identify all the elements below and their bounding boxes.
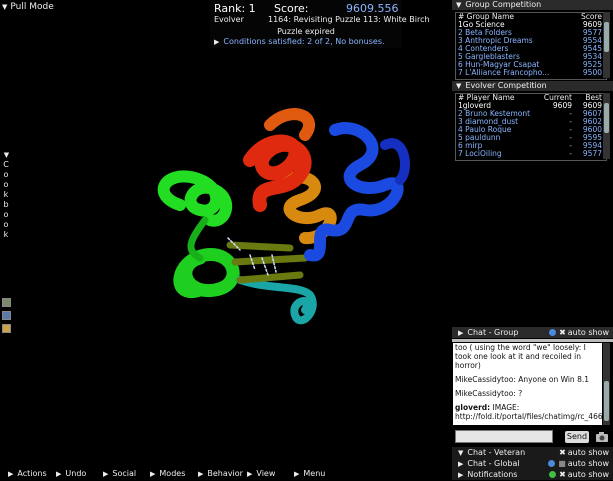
score-value: 9609.556 [346, 2, 399, 15]
chat-divider[interactable] [452, 339, 613, 342]
close-icon[interactable]: ✖ [559, 470, 566, 479]
protein-helix-green [173, 248, 240, 299]
cookbook-tab[interactable]: ▼ Cookbook [2, 150, 11, 240]
note-icon[interactable] [2, 324, 11, 333]
rank-label: Rank: 1 [214, 2, 256, 15]
close-icon[interactable]: ✖ [559, 448, 566, 457]
triangle-right-icon: ▶ [8, 470, 14, 478]
close-icon[interactable]: ✖ [559, 328, 566, 337]
table-row[interactable]: 7 LociOiling - 9577 [456, 150, 606, 158]
close-icon[interactable]: ■ [558, 459, 566, 468]
scroll-thumb[interactable] [604, 22, 609, 52]
group-scrollbar[interactable] [603, 12, 610, 78]
notifications-header[interactable]: ▶ Notifications ✖ auto show [452, 469, 613, 480]
scroll-thumb[interactable] [604, 381, 609, 421]
chat-group-header[interactable]: ▶ Chat - Group ✖ auto show [452, 327, 613, 338]
triangle-down-icon: ▼ [456, 82, 462, 90]
triangle-down-icon: ▼ [3, 151, 10, 159]
triangle-right-icon: ▶ [150, 470, 156, 478]
menu-behavior[interactable]: ▶ Behavior [198, 468, 243, 480]
chat-global-header[interactable]: ▶ Chat - Global ■ auto show [452, 458, 613, 469]
bottom-menu-bar: ▶ Actions ▶ Undo ▶ Social ▶ Modes ▶ Behavior … [0, 468, 452, 480]
side-icons [2, 298, 11, 337]
triangle-right-icon: ▶ [56, 470, 62, 478]
player-best-score: 9577 [582, 149, 602, 158]
script-icon[interactable] [2, 311, 11, 320]
group-score: 9500 [582, 68, 602, 77]
group-competition-table: # Group Name Score 1Go Science 9609 2 Beta… [455, 12, 607, 80]
chat-message: MikeCassidytoo: ? [455, 389, 600, 398]
recipe-icon[interactable] [2, 298, 11, 307]
protein-loop-teal [236, 276, 317, 325]
chat-author: gloverd: [455, 403, 491, 412]
triangle-right-icon: ▶ [247, 470, 253, 478]
chat-veteran-header[interactable]: ▼ Chat - Veteran ✖ auto show [452, 447, 613, 458]
info-icon[interactable] [548, 460, 556, 467]
triangle-down-icon: ▼ [458, 449, 464, 457]
chat-message: MikeCassidytoo: Anyone on Win 8.1 [455, 375, 600, 384]
group-rows: 1Go Science 9609 2 Beta Folders 9577 3 Anthr… [456, 21, 606, 77]
scroll-thumb[interactable] [604, 103, 609, 133]
auto-show-control[interactable]: ✖ auto show [549, 327, 609, 338]
table-row[interactable]: 7 L'Alliance Francopho... 9500 [456, 69, 606, 77]
chat-text: MikeCassidytoo: ? [455, 389, 523, 398]
triangle-right-icon: ▶ [103, 470, 109, 478]
triangle-right-icon: ▶ [294, 470, 300, 478]
evolver-competition-header[interactable]: ▼ Evolver Competition [452, 81, 613, 91]
evolver-competition-table: # Player Name Current Best 1gloverd 9609 9… [455, 93, 607, 161]
pull-mode-toggle[interactable]: ▼ Pull Mode [2, 2, 54, 12]
menu-modes[interactable]: ▶ Modes [150, 468, 185, 480]
chat-message: too ( using the word "we" loosely: I too… [455, 343, 600, 370]
chat-message: gloverd: IMAGE: http://fold.it/portal/fi… [455, 403, 602, 421]
evolver-label: Evolver [214, 15, 244, 24]
triangle-right-icon: ▶ [458, 471, 464, 479]
chat-log[interactable]: too ( using the word "we" loosely: I too… [453, 343, 602, 425]
menu-undo[interactable]: ▶ Undo [56, 468, 86, 480]
menu-menu[interactable]: ▶ Menu [294, 468, 325, 480]
evolver-scrollbar[interactable] [603, 93, 610, 159]
evolver-rows: 1gloverd 9609 9609 2 Bruno Kestemont -9607 3 … [456, 102, 606, 158]
group-competition-header[interactable]: ▼ Group Competition [452, 0, 613, 10]
auto-show-control[interactable]: ✖ auto show [549, 469, 609, 480]
protein-helix-green-upper [157, 170, 233, 227]
protein-loop-orange-top [264, 108, 315, 141]
send-button[interactable]: Send [565, 431, 589, 443]
player-name[interactable]: 7 LociOiling [458, 150, 502, 158]
chat-text: too ( using the word "we" loosely: I too… [455, 343, 586, 370]
puzzle-status: Puzzle expired [277, 27, 335, 36]
protein-loop-blue-tail [380, 138, 410, 185]
info-icon[interactable] [549, 329, 557, 336]
puzzle-title: 1164: Revisiting Puzzle 113: White Birch [268, 15, 430, 24]
player-current-score: - [569, 149, 572, 158]
camera-icon[interactable] [595, 431, 609, 443]
menu-social[interactable]: ▶ Social [103, 468, 136, 480]
auto-show-control[interactable]: ■ auto show [548, 458, 609, 469]
chat-input[interactable] [455, 430, 553, 443]
chat-scrollbar[interactable] [603, 343, 610, 425]
conditions-toggle[interactable]: ▶ Conditions satisfied: 2 of 2, No bonuse… [214, 37, 385, 46]
triangle-right-icon: ▶ [214, 38, 220, 46]
triangle-right-icon: ▶ [198, 470, 204, 478]
triangle-down-icon: ▼ [456, 1, 462, 9]
triangle-right-icon: ▶ [458, 329, 464, 337]
score-label: Score: [274, 2, 309, 15]
menu-view[interactable]: ▶ View [247, 468, 275, 480]
triangle-right-icon: ▶ [458, 460, 464, 468]
group-name[interactable]: 7 L'Alliance Francopho... [458, 69, 549, 77]
menu-actions[interactable]: ▶ Actions [8, 468, 47, 480]
chat-text: MikeCassidytoo: Anyone on Win 8.1 [455, 375, 589, 384]
cookbook-label: Cookbook [3, 160, 9, 239]
status-icon[interactable] [549, 471, 557, 478]
auto-show-control[interactable]: ✖ auto show [559, 447, 609, 458]
triangle-down-icon: ▼ [2, 3, 8, 11]
